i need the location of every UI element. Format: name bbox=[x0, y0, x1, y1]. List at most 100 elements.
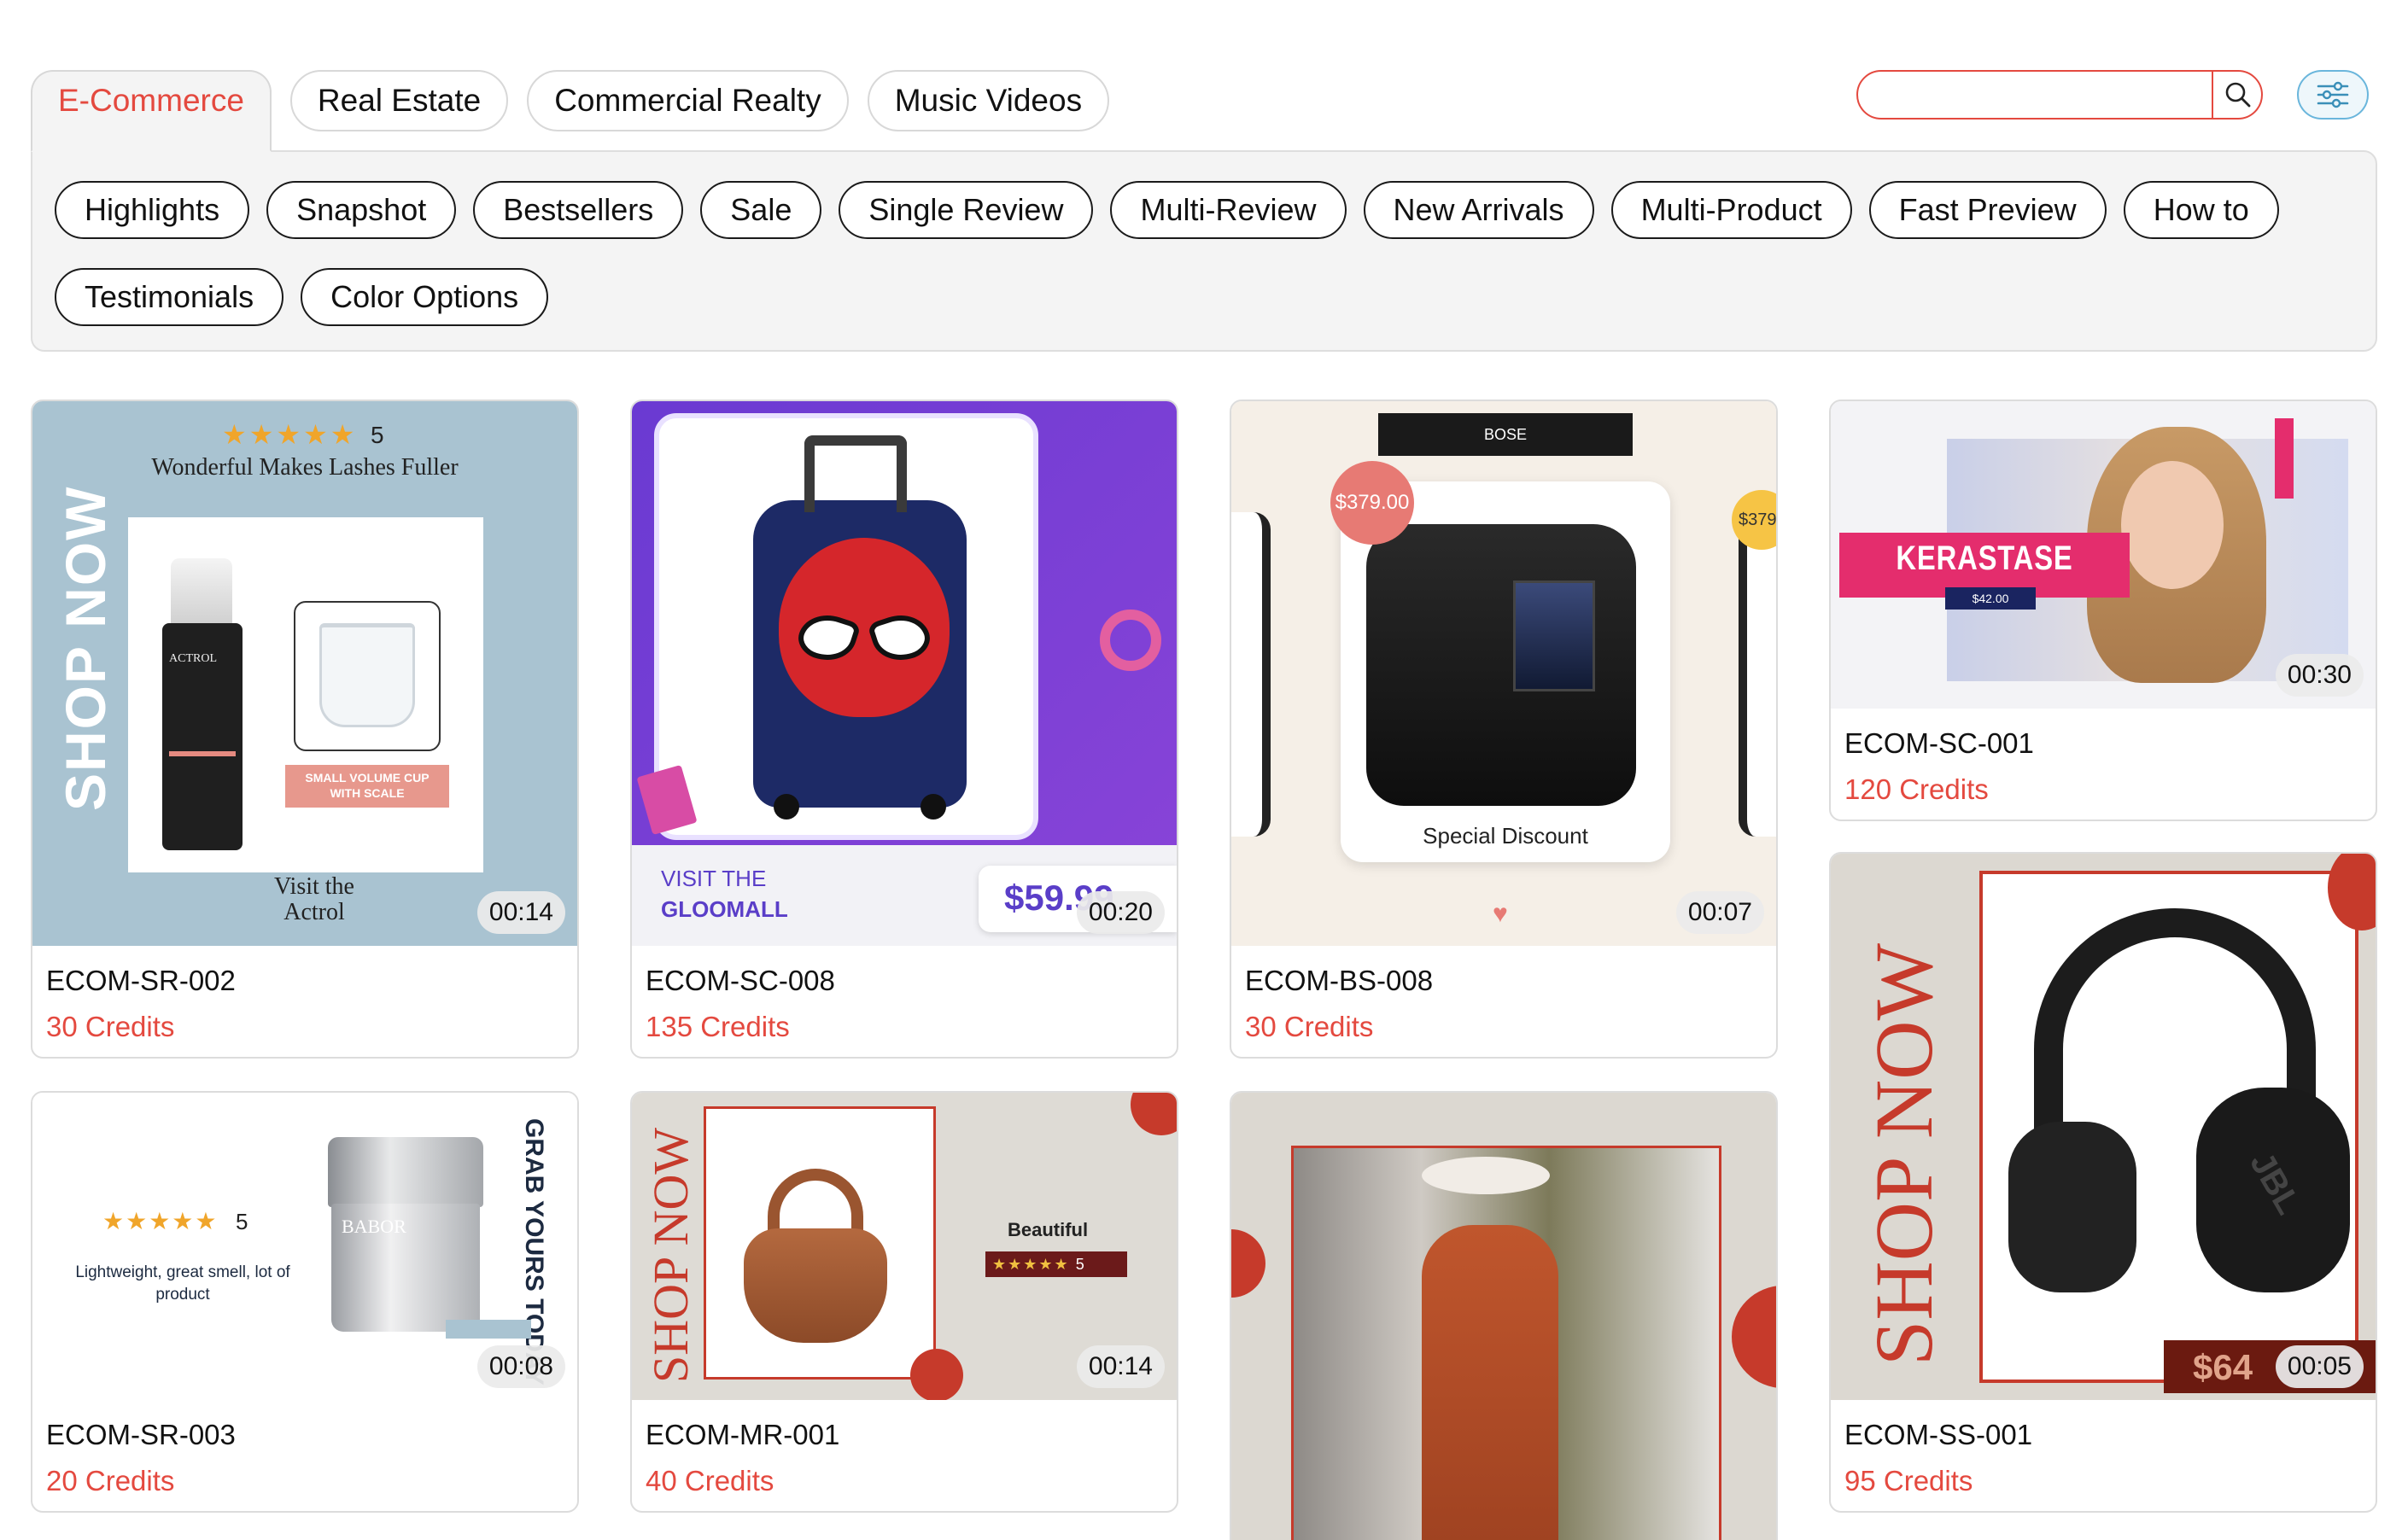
jar-brand: BABOR bbox=[342, 1216, 406, 1237]
chip-testimonials[interactable]: Testimonials bbox=[55, 268, 284, 326]
duration-badge: 00:14 bbox=[476, 891, 565, 934]
side-panel-right bbox=[1739, 512, 1776, 837]
template-credits: 135 Credits bbox=[646, 1011, 790, 1042]
filter-button[interactable] bbox=[2297, 70, 2369, 120]
template-card[interactable]: KERASTASE $42.00 00:30 ECOM-SC-001 120 C… bbox=[1829, 400, 2377, 821]
speaker bbox=[1366, 524, 1636, 806]
template-code: ECOM-SR-002 bbox=[46, 965, 236, 996]
chip-bestsellers[interactable]: Bestsellers bbox=[473, 181, 684, 239]
brand-name: KERASTASE bbox=[1896, 540, 2073, 577]
card-thumbnail[interactable]: ★★★★★ 5 Lightweight, great smell, lot of… bbox=[32, 1093, 577, 1400]
template-credits: 120 Credits bbox=[1844, 773, 1989, 805]
template-code: ECOM-SC-008 bbox=[646, 965, 835, 996]
side-panel-left bbox=[1231, 512, 1271, 837]
template-code: ECOM-BS-008 bbox=[1245, 965, 1434, 996]
brand-label: ACTROL bbox=[169, 652, 217, 665]
card-thumbnail[interactable]: SHOP NOW JBL $64 00:05 bbox=[1831, 854, 2376, 1400]
shop-now-text: SHOP NOW bbox=[643, 1127, 698, 1383]
bottle-body: ACTROL bbox=[162, 623, 243, 850]
product-caption: Special Discount bbox=[1423, 823, 1588, 849]
chip-color-options[interactable]: Color Options bbox=[301, 268, 549, 326]
category-tabs: E-Commerce Real Estate Commercial Realty… bbox=[31, 70, 1110, 152]
jar-body: BABOR bbox=[331, 1204, 480, 1332]
card-thumbnail[interactable]: SHOP NOW Beautiful ★★★★★ 5 00:14 bbox=[632, 1093, 1177, 1400]
tab-music-videos[interactable]: Music Videos bbox=[867, 70, 1110, 131]
chip-single-review[interactable]: Single Review bbox=[839, 181, 1094, 239]
accent-block bbox=[446, 1320, 531, 1339]
search-box bbox=[1856, 70, 2263, 120]
chip-multi-review[interactable]: Multi-Review bbox=[1110, 181, 1347, 239]
cup-box bbox=[294, 601, 441, 751]
brand-price: $42.00 bbox=[1945, 587, 2036, 610]
chip-multi-product[interactable]: Multi-Product bbox=[1610, 181, 1852, 239]
product-label: Beautiful bbox=[1008, 1219, 1089, 1240]
template-card[interactable]: BOSE Special Discount $379.00 $379. ♥ 00… bbox=[1230, 400, 1778, 1059]
tab-e-commerce[interactable]: E-Commerce bbox=[31, 70, 272, 152]
cup bbox=[319, 623, 415, 727]
rating-bar: ★★★★★ 5 bbox=[985, 1251, 1127, 1277]
template-credits: 40 Credits bbox=[646, 1465, 774, 1496]
product-frame bbox=[704, 1106, 936, 1380]
template-card[interactable]: VISIT THE GLOOMALL $59.99 00:20 ECOM-SC-… bbox=[630, 400, 1178, 1059]
template-card[interactable] bbox=[1230, 1091, 1778, 1540]
wheel bbox=[921, 794, 946, 820]
jar-lid bbox=[328, 1137, 483, 1207]
price: $64 bbox=[2193, 1347, 2253, 1387]
model-face bbox=[2121, 461, 2224, 589]
visit-text: VISIT THE bbox=[661, 866, 767, 891]
speaker-screen bbox=[1513, 580, 1595, 691]
model-dress bbox=[1422, 1225, 1558, 1540]
product-frame bbox=[654, 413, 1038, 840]
template-credits: 95 Credits bbox=[1844, 1465, 1973, 1496]
circle-decoration bbox=[1131, 1093, 1177, 1135]
chip-new-arrivals[interactable]: New Arrivals bbox=[1363, 181, 1594, 239]
card-thumbnail[interactable] bbox=[1231, 1093, 1776, 1540]
rating-stars: ★★★★★ bbox=[222, 419, 358, 450]
circle-decoration bbox=[1231, 1229, 1265, 1298]
review-text: Lightweight, great smell, lot of product bbox=[75, 1263, 290, 1304]
shop-now-text: SHOP NOW bbox=[1858, 942, 1949, 1366]
template-card[interactable]: ★★★★★ 5 Wonderful Makes Lashes Fuller SH… bbox=[31, 400, 579, 1059]
search-divider bbox=[2212, 72, 2213, 118]
chip-snapshot[interactable]: Snapshot bbox=[266, 181, 457, 239]
chip-fast-preview[interactable]: Fast Preview bbox=[1868, 181, 2107, 239]
footer-text: Visit the Actrol bbox=[274, 873, 354, 925]
card-thumbnail[interactable]: BOSE Special Discount $379.00 $379. ♥ 00… bbox=[1231, 401, 1776, 946]
photo-frame bbox=[1291, 1146, 1721, 1540]
store-name: GLOOMALL bbox=[661, 896, 788, 922]
duration-badge: 00:14 bbox=[1076, 1345, 1165, 1388]
card-thumbnail[interactable]: KERASTASE $42.00 00:30 bbox=[1831, 401, 2376, 709]
rating-value: 5 bbox=[1075, 1256, 1086, 1273]
rating-stars: ★★★★★ bbox=[102, 1208, 219, 1234]
duration-badge: 00:20 bbox=[1076, 891, 1165, 934]
search-icon bbox=[2225, 82, 2251, 108]
subcategory-panel: Highlights Snapshot Bestsellers Sale Sin… bbox=[31, 150, 2377, 352]
earcup-left bbox=[2008, 1122, 2136, 1292]
chip-how-to[interactable]: How to bbox=[2123, 181, 2279, 239]
rating-value: 5 bbox=[371, 422, 384, 448]
duration-badge: 00:30 bbox=[2275, 654, 2364, 697]
subcategory-chips: Highlights Snapshot Bestsellers Sale Sin… bbox=[55, 181, 2360, 326]
accent-bar bbox=[2275, 418, 2294, 499]
card-thumbnail[interactable]: ★★★★★ 5 Wonderful Makes Lashes Fuller SH… bbox=[32, 401, 577, 946]
template-code: ECOM-SC-001 bbox=[1844, 727, 2034, 759]
duration-badge: 00:07 bbox=[1675, 891, 1764, 934]
search-input[interactable] bbox=[1870, 77, 2184, 113]
template-credits: 30 Credits bbox=[46, 1011, 175, 1042]
template-card[interactable]: SHOP NOW Beautiful ★★★★★ 5 00:14 ECOM-MR… bbox=[630, 1091, 1178, 1513]
ring-decoration bbox=[1100, 610, 1161, 671]
duration-badge: 00:05 bbox=[2275, 1345, 2364, 1388]
template-code: ECOM-SR-003 bbox=[46, 1419, 236, 1450]
chip-highlights[interactable]: Highlights bbox=[55, 181, 250, 239]
search-button[interactable] bbox=[2215, 72, 2261, 118]
chip-sale[interactable]: Sale bbox=[700, 181, 822, 239]
tab-real-estate[interactable]: Real Estate bbox=[289, 70, 509, 131]
tab-commercial-realty[interactable]: Commercial Realty bbox=[527, 70, 849, 131]
card-thumbnail[interactable]: VISIT THE GLOOMALL $59.99 00:20 bbox=[632, 401, 1177, 946]
headphone-brand: JBL bbox=[2242, 1146, 2308, 1221]
template-card[interactable]: SHOP NOW JBL $64 00:05 ECOM-SS-001 95 Cr… bbox=[1829, 852, 2377, 1513]
template-card[interactable]: ★★★★★ 5 Lightweight, great smell, lot of… bbox=[31, 1091, 579, 1513]
product-frame: JBL bbox=[1979, 871, 2358, 1383]
circle-decoration bbox=[910, 1349, 963, 1400]
template-credits: 20 Credits bbox=[46, 1465, 175, 1496]
